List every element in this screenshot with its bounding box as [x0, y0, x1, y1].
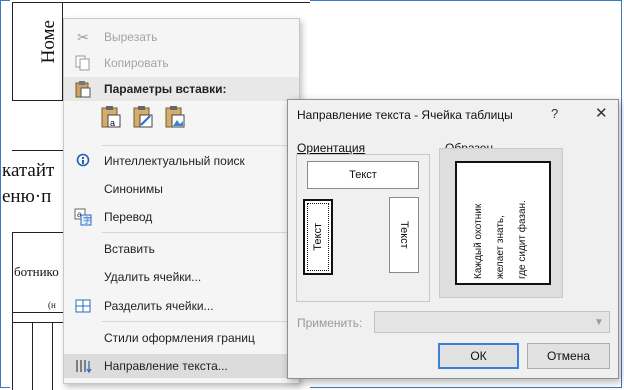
menu-item-delete-cells[interactable]: Удалить ячейки... [64, 265, 299, 289]
apply-select[interactable]: ▼ [374, 311, 610, 333]
menu-item-paste-options: Параметры вставки: [64, 77, 299, 101]
menu-item-translate[interactable]: a字 Перевод [64, 205, 299, 229]
paste-merge-format-icon[interactable] [132, 105, 154, 129]
menu-item-split-cells[interactable]: Разделить ячейки... [64, 294, 299, 318]
orientation-label: Ориентация [297, 141, 366, 155]
close-icon[interactable]: ✕ [595, 104, 608, 122]
orientation-group: Текст Текст Текст [296, 154, 430, 302]
scissors-icon: ✂ [77, 28, 89, 45]
paste-options-row: a [64, 101, 299, 143]
cancel-button[interactable]: Отмена [527, 343, 610, 369]
split-cells-icon [74, 297, 92, 315]
sample-group: Каждый охотник желает знать, где сидит ф… [439, 148, 563, 298]
dialog-title: Направление текста - Ячейка таблицы [297, 108, 513, 122]
svg-text:字: 字 [83, 215, 91, 225]
menu-item-border-styles[interactable]: Стили оформления границ [64, 326, 299, 350]
text-direction-dialog: Направление текста - Ячейка таблицы ? ✕ … [287, 99, 619, 379]
chevron-down-icon: ▼ [594, 316, 604, 328]
orientation-down-option[interactable]: Текст [389, 197, 419, 273]
menu-item-text-direction[interactable]: Направление текста... [64, 354, 299, 378]
context-menu: ✂ Вырезать Копировать Параметры вставки:… [63, 18, 300, 384]
orientation-horizontal-option[interactable]: Текст [307, 161, 419, 189]
smart-lookup-icon [74, 152, 92, 170]
copy-icon [74, 54, 92, 72]
translate-icon: a字 [74, 208, 92, 226]
sample-line-2: желает знать, [495, 215, 506, 279]
menu-item-smart-lookup[interactable]: Интеллектуальный поиск [64, 149, 299, 173]
menu-item-insert[interactable]: Вставить [64, 237, 299, 261]
paste-keep-source-icon[interactable]: a [100, 105, 122, 129]
sample-line-1: Каждый охотник [473, 203, 484, 279]
doc-line-4: (н [48, 300, 56, 310]
menu-item-synonyms[interactable]: Синонимы [64, 177, 299, 201]
doc-header-word: Номе [38, 20, 59, 64]
doc-line-2: еню·п [2, 186, 52, 207]
text-direction-icon [74, 357, 92, 375]
paste-picture-icon[interactable] [164, 105, 186, 129]
menu-item-copy[interactable]: Копировать [64, 51, 299, 75]
apply-label: Применить: [297, 316, 363, 330]
doc-line-1: катайт [2, 160, 55, 181]
clipboard-icon [74, 80, 92, 98]
ok-button[interactable]: ОК [438, 343, 519, 369]
help-button[interactable]: ? [551, 106, 558, 121]
menu-item-cut[interactable]: ✂ Вырезать [64, 25, 299, 49]
sample-line-3: где сидит фазан. [517, 200, 528, 279]
doc-line-3: ботнико [14, 264, 59, 279]
sample-preview: Каждый охотник желает знать, где сидит ф… [455, 161, 551, 285]
svg-text:a: a [110, 118, 115, 128]
orientation-up-option[interactable]: Текст [303, 199, 333, 275]
